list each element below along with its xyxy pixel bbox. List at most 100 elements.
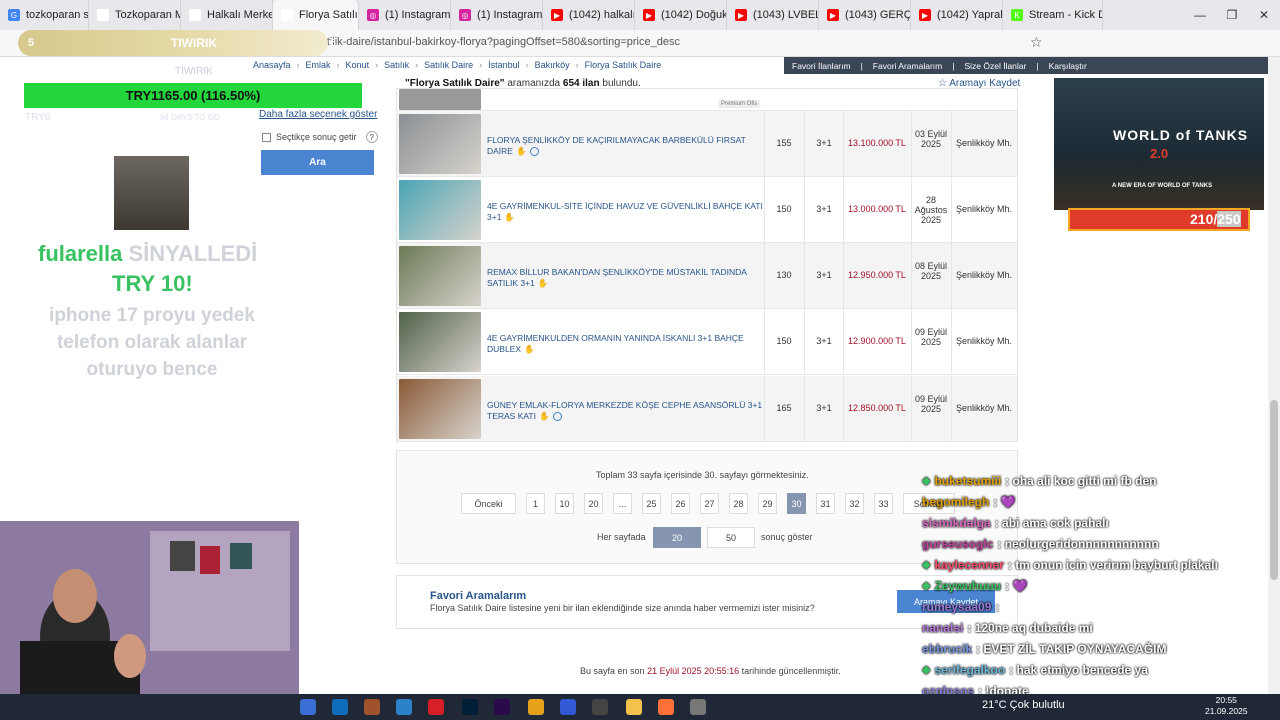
- outlook-icon[interactable]: [332, 699, 348, 715]
- pagination-page[interactable]: 25: [642, 493, 661, 514]
- listing-thumbnail[interactable]: [399, 114, 481, 174]
- breadcrumb-item[interactable]: Emlak: [306, 60, 331, 70]
- search-button[interactable]: Ara: [261, 150, 374, 175]
- auto-results-checkbox[interactable]: Seçtikçe sonuç getir ?: [262, 131, 378, 143]
- per-page-20[interactable]: 20: [653, 527, 701, 548]
- pagination-page[interactable]: 32: [845, 493, 864, 514]
- calendar-icon[interactable]: [300, 699, 316, 715]
- pagination-page[interactable]: 30: [787, 493, 806, 514]
- breadcrumb-item[interactable]: İstanbul: [488, 60, 520, 70]
- premiere-icon[interactable]: [494, 699, 510, 715]
- chat-username[interactable]: begomilegh: [922, 495, 989, 509]
- listing-title[interactable]: 4E GAYRİMENKULDEN ORMANIN YANINDA İSKANL…: [487, 333, 763, 355]
- pagination-page[interactable]: 1: [526, 493, 545, 514]
- page-scrollbar[interactable]: [1268, 57, 1280, 694]
- weather-widget[interactable]: 21°C Çok bulutlu: [982, 699, 1065, 711]
- scrollbar-thumb[interactable]: [1270, 400, 1278, 580]
- per-page-50[interactable]: 50: [707, 527, 755, 548]
- listing-title[interactable]: FLORYA ŞENLİKKÖY DE KAÇIRILMAYACAK BARBE…: [487, 135, 763, 157]
- pagination-page[interactable]: 31: [816, 493, 835, 514]
- browser-tab[interactable]: ▶ (1043) LVBEL C5 Y: [727, 0, 819, 30]
- chat-username[interactable]: sismikdalga: [922, 516, 991, 530]
- pagination-page[interactable]: 28: [729, 493, 748, 514]
- listing-thumbnail[interactable]: [399, 89, 481, 110]
- folder-icon[interactable]: [626, 699, 642, 715]
- table-row[interactable]: FLORYA ŞENLİKKÖY DE KAÇIRILMAYACAK BARBE…: [397, 111, 1017, 177]
- topnav-separator: |: [952, 60, 955, 71]
- help-icon[interactable]: ?: [365, 131, 378, 143]
- restore-icon[interactable]: ❐: [1216, 0, 1248, 30]
- chat-username[interactable]: buketsumiii: [934, 474, 1001, 488]
- topnav-item[interactable]: Favori İlanlarım: [792, 61, 851, 71]
- breadcrumb-item[interactable]: Satılık Daire: [424, 60, 473, 70]
- column-divider: [804, 243, 805, 308]
- browser-tab[interactable]: Florya Satılık Daire✕: [273, 0, 359, 30]
- pagination-page[interactable]: 10: [555, 493, 574, 514]
- settings-icon[interactable]: [690, 699, 706, 715]
- listing-title-text[interactable]: GÜNEY EMLAK-FLORYA MERKEZDE KÖŞE CEPHE A…: [487, 400, 762, 421]
- bookmark-star-icon[interactable]: ☆: [1030, 34, 1043, 51]
- listing-title-text[interactable]: REMAX BİLLUR BAKAN'DAN ŞENLİKKÖY'DE MÜST…: [487, 267, 746, 288]
- breadcrumb-item[interactable]: Anasayfa: [253, 60, 291, 70]
- app-icon[interactable]: [560, 699, 576, 715]
- pagination-page[interactable]: 33: [874, 493, 893, 514]
- breadcrumb-item[interactable]: Florya Satılık Daire: [585, 60, 662, 70]
- breadcrumb-item[interactable]: Satılık: [384, 60, 409, 70]
- minimize-icon[interactable]: —: [1184, 0, 1216, 30]
- browser-tab[interactable]: K Stream - Kick Das: [1003, 0, 1103, 30]
- table-row[interactable]: REMAX BİLLUR BAKAN'DAN ŞENLİKKÖY'DE MÜST…: [397, 243, 1017, 309]
- chat-username[interactable]: rumeysaa09: [922, 600, 991, 614]
- world-of-tanks-ad[interactable]: [1054, 78, 1264, 210]
- topnav-item[interactable]: Favori Aramalarım: [873, 61, 942, 71]
- close-window-icon[interactable]: ✕: [1248, 0, 1280, 30]
- browser-tab[interactable]: Gtozkoparan satılık: [0, 0, 89, 30]
- chat-username[interactable]: Zeywuhuuu: [934, 579, 1001, 593]
- chat-username[interactable]: kaylecenner: [934, 558, 1003, 572]
- listing-title[interactable]: GÜNEY EMLAK-FLORYA MERKEZDE KÖŞE CEPHE A…: [487, 400, 763, 422]
- listing-thumbnail[interactable]: [399, 246, 481, 306]
- browser-tab[interactable]: Tozkoparan Mah. Satılı: [89, 0, 181, 30]
- column-divider: [951, 243, 952, 308]
- table-row[interactable]: GÜNEY EMLAK-FLORYA MERKEZDE KÖŞE CEPHE A…: [397, 376, 1017, 442]
- pagination-page[interactable]: 27: [700, 493, 719, 514]
- obs-icon[interactable]: [592, 699, 608, 715]
- chrome-icon[interactable]: [528, 699, 544, 715]
- chat-username[interactable]: nanalsi: [922, 621, 963, 635]
- browser-tab[interactable]: Halkalı Merkez Mh. Al: [181, 0, 273, 30]
- listing-title-text[interactable]: 4E GAYRİMENKUL-SİTE İÇİNDE HAVUZ VE GÜVE…: [487, 201, 763, 222]
- archive-icon[interactable]: [364, 699, 380, 715]
- listing-title[interactable]: 4E GAYRİMENKUL-SİTE İÇİNDE HAVUZ VE GÜVE…: [487, 201, 763, 223]
- url-input[interactable]: en.com/satilik-daire/istanbul-bakirkoy-f…: [276, 36, 680, 48]
- listing-thumbnail[interactable]: [399, 180, 481, 240]
- chat-username[interactable]: ebbrucik: [922, 642, 972, 656]
- store-icon[interactable]: [396, 699, 412, 715]
- table-row[interactable]: 4E GAYRİMENKUL-SİTE İÇİNDE HAVUZ VE GÜVE…: [397, 177, 1017, 243]
- opera-icon[interactable]: [428, 699, 444, 715]
- browser-tab[interactable]: ▶ (1043) GERÇEK Hİ: [819, 0, 911, 30]
- more-options-link[interactable]: Daha fazla seçenek göster: [259, 109, 377, 120]
- breadcrumb-item[interactable]: Konut: [346, 60, 370, 70]
- firefox-icon[interactable]: [658, 699, 674, 715]
- clock[interactable]: 20:55 21.09.2025: [1205, 695, 1248, 717]
- pagination-page[interactable]: 29: [758, 493, 777, 514]
- topnav-item[interactable]: Karşılaştır: [1049, 61, 1087, 71]
- pagination-prev-button[interactable]: Önceki: [461, 493, 516, 514]
- photoshop-icon[interactable]: [462, 699, 478, 715]
- listing-title[interactable]: REMAX BİLLUR BAKAN'DAN ŞENLİKKÖY'DE MÜST…: [487, 267, 763, 289]
- browser-tab[interactable]: ▶ (1042) Yaprak Dök: [911, 0, 1003, 30]
- browser-tab[interactable]: ▶ (1042) Doğukan M: [635, 0, 727, 30]
- chat-username[interactable]: gurseusoglc: [922, 537, 993, 551]
- browser-tab[interactable]: ▶ (1042) halkalı şekc: [543, 0, 635, 30]
- checkbox-box[interactable]: [262, 132, 271, 142]
- listing-thumbnail[interactable]: [399, 379, 481, 439]
- pagination-page[interactable]: ...: [613, 493, 632, 514]
- topnav-item[interactable]: Size Özel İlanlar: [964, 61, 1026, 71]
- pagination-page[interactable]: 26: [671, 493, 690, 514]
- browser-tab[interactable]: ◎ (1) Instagram: [451, 0, 543, 30]
- breadcrumb-item[interactable]: Bakırköy: [535, 60, 570, 70]
- table-row[interactable]: 4E GAYRİMENKULDEN ORMANIN YANINDA İSKANL…: [397, 309, 1017, 375]
- listing-thumbnail[interactable]: [399, 312, 481, 372]
- browser-tab[interactable]: ◎ (1) Instagram: [359, 0, 451, 30]
- pagination-page[interactable]: 20: [584, 493, 603, 514]
- chat-username[interactable]: serifegalkoo: [934, 663, 1005, 677]
